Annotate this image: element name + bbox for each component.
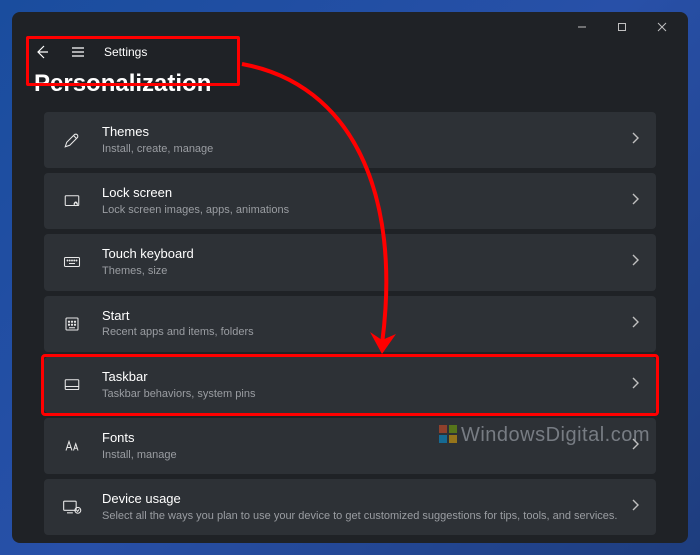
chevron-right-icon [630,376,640,394]
item-taskbar[interactable]: Taskbar Taskbar behaviors, system pins [44,357,656,413]
nav-row: Settings [12,42,688,66]
lock-screen-icon [60,192,84,210]
item-subtitle: Lock screen images, apps, animations [102,203,620,217]
item-subtitle: Select all the ways you plan to use your… [102,509,620,523]
item-subtitle: Themes, size [102,264,620,278]
item-subtitle: Install, manage [102,448,620,462]
close-button[interactable] [642,13,682,41]
themes-icon [60,131,84,149]
settings-list: Themes Install, create, manage Lock scre… [12,112,688,543]
item-title: Touch keyboard [102,246,620,263]
item-touch-keyboard[interactable]: Touch keyboard Themes, size [44,234,656,290]
settings-window: Settings Personalization Themes Install,… [12,12,688,543]
fonts-icon [60,437,84,455]
chevron-right-icon [630,131,640,149]
chevron-right-icon [630,315,640,333]
hamburger-icon[interactable] [68,42,88,62]
back-button[interactable] [32,42,52,62]
item-subtitle: Recent apps and items, folders [102,325,620,339]
app-title: Settings [104,45,147,59]
page-title: Personalization [12,66,688,112]
item-title: Themes [102,124,620,141]
item-lock-screen[interactable]: Lock screen Lock screen images, apps, an… [44,173,656,229]
keyboard-icon [60,253,84,271]
item-device-usage[interactable]: Device usage Select all the ways you pla… [44,479,656,535]
chevron-right-icon [630,192,640,210]
titlebar [12,12,688,42]
maximize-button[interactable] [602,13,642,41]
item-fonts[interactable]: Fonts Install, manage [44,418,656,474]
item-title: Taskbar [102,369,620,386]
item-title: Fonts [102,430,620,447]
item-title: Lock screen [102,185,620,202]
start-icon [60,315,84,333]
chevron-right-icon [630,498,640,516]
minimize-button[interactable] [562,13,602,41]
taskbar-icon [60,376,84,394]
item-start[interactable]: Start Recent apps and items, folders [44,296,656,352]
device-usage-icon [60,498,84,516]
item-title: Device usage [102,491,620,508]
item-subtitle: Taskbar behaviors, system pins [102,387,620,401]
item-title: Start [102,308,620,325]
item-subtitle: Install, create, manage [102,142,620,156]
chevron-right-icon [630,253,640,271]
chevron-right-icon [630,437,640,455]
item-themes[interactable]: Themes Install, create, manage [44,112,656,168]
